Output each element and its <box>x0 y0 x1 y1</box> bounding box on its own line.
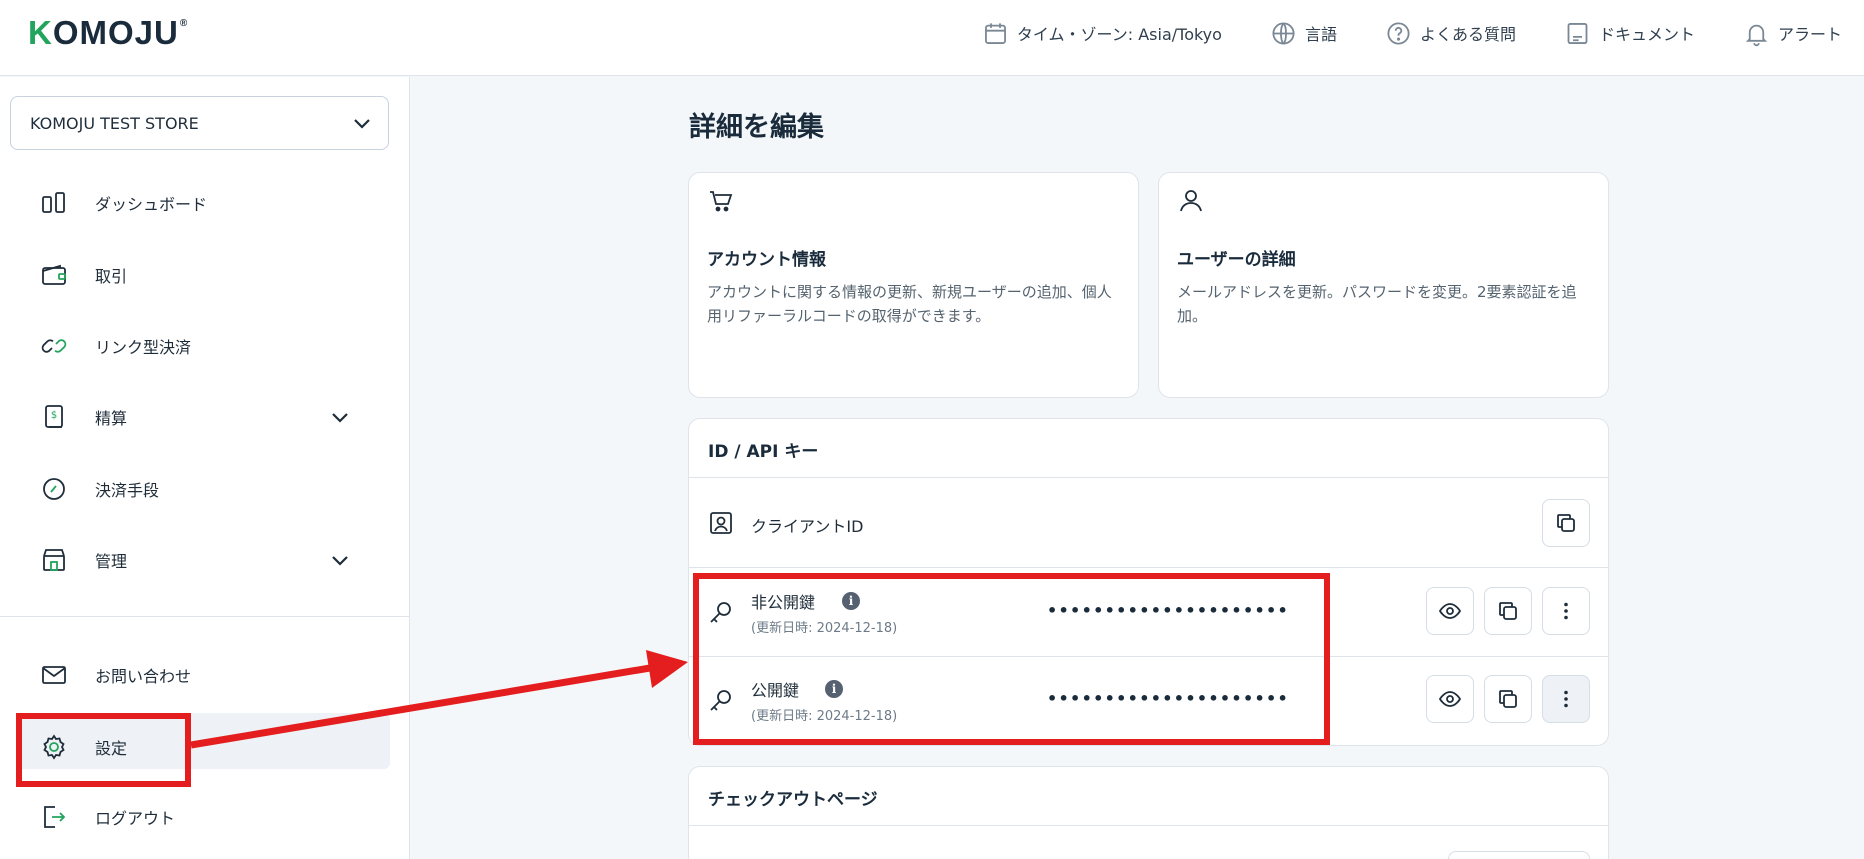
reveal-public-key-button[interactable] <box>1426 675 1474 723</box>
annotation-box-settings <box>16 713 191 787</box>
timezone-label: タイム・ゾーン: Asia/Tokyo <box>1016 25 1222 44</box>
copy-secret-key-button[interactable] <box>1484 587 1532 635</box>
faq-label: よくある質問 <box>1419 25 1516 44</box>
user-details-card[interactable]: ユーザーの詳細 メールアドレスを更新。パスワードを変更。2要素認証を追加。 <box>1158 172 1609 398</box>
calendar-icon <box>984 22 1006 44</box>
sidebar-item-settlement[interactable]: $ 精算 <box>40 397 360 437</box>
sidebar-item-label: 管理 <box>95 552 128 571</box>
sidebar-item-dashboard[interactable]: ダッシュボード <box>40 183 207 223</box>
header-nav: タイム・ゾーン: Asia/Tokyo 言語 よくある質問 ドキュメント アラー… <box>934 18 1842 48</box>
document-icon <box>1567 22 1588 44</box>
client-id-row: クライアントID <box>689 478 1608 568</box>
reveal-secret-key-button[interactable] <box>1426 587 1474 635</box>
sidebar-item-label: 決済手段 <box>95 481 160 500</box>
logo-k-mark: K <box>28 14 53 51</box>
timezone-selector[interactable]: タイム・ゾーン: Asia/Tokyo <box>982 20 1222 47</box>
more-vertical-icon <box>1564 602 1568 620</box>
faq-link[interactable]: よくある質問 <box>1385 20 1516 47</box>
sidebar-item-payment-methods[interactable]: 決済手段 <box>40 469 159 509</box>
more-vertical-icon <box>1564 690 1568 708</box>
checkout-title: チェックアウトページ <box>708 790 878 810</box>
sidebar-item-label: リンク型決済 <box>95 338 192 357</box>
komoju-logo[interactable]: KOMOJU® <box>28 14 188 52</box>
copy-icon <box>1499 690 1517 708</box>
sidebar-item-label: ダッシュボード <box>95 195 208 214</box>
secret-key-more-button[interactable] <box>1542 587 1590 635</box>
sidebar-item-label: 精算 <box>95 409 128 428</box>
chevron-down-icon <box>332 413 348 423</box>
dashboard-icon <box>42 192 65 213</box>
sidebar-item-label: お問い合わせ <box>95 667 192 686</box>
eye-icon <box>1438 603 1462 619</box>
client-id-label: クライアントID <box>751 517 864 536</box>
annotation-box-api-keys <box>693 573 1330 745</box>
copy-public-key-button[interactable] <box>1484 675 1532 723</box>
copy-client-id-button[interactable] <box>1542 499 1590 547</box>
store-name: KOMOJU TEST STORE <box>30 113 199 133</box>
page-title: 詳細を編集 <box>689 112 824 143</box>
bell-icon <box>1745 24 1768 46</box>
copy-icon <box>1557 514 1575 532</box>
mail-icon <box>42 666 66 684</box>
gauge-icon <box>43 478 65 500</box>
top-header: KOMOJU® タイム・ゾーン: Asia/Tokyo 言語 よくある質問 ドキ… <box>0 0 1864 76</box>
docs-link[interactable]: ドキュメント <box>1564 20 1695 47</box>
sidebar-item-transactions[interactable]: 取引 <box>40 255 127 295</box>
id-card-icon <box>710 512 732 534</box>
card-description: メールアドレスを更新。パスワードを変更。2要素認証を追加。 <box>1177 283 1577 325</box>
sidebar-item-contact[interactable]: お問い合わせ <box>40 655 191 695</box>
docs-label: ドキュメント <box>1598 25 1695 44</box>
public-key-more-button[interactable] <box>1542 675 1590 723</box>
sidebar-item-management[interactable]: 管理 <box>40 540 360 580</box>
checkout-page-card: チェックアウトページ <box>688 766 1609 859</box>
card-description: アカウントに関する情報の更新、新規ユーザーの追加、個人用リファーラルコードの取得… <box>707 283 1112 325</box>
alerts-link[interactable]: アラート <box>1743 20 1842 47</box>
cart-icon <box>710 191 733 212</box>
question-icon <box>1387 21 1410 45</box>
sidebar-item-label: ログアウト <box>95 809 176 828</box>
checkout-header: チェックアウトページ <box>689 767 1608 826</box>
chevron-down-icon <box>332 556 348 566</box>
language-label: 言語 <box>1304 25 1337 44</box>
store-icon <box>43 549 65 571</box>
wallet-icon <box>42 264 66 285</box>
alerts-label: アラート <box>1777 25 1842 44</box>
svg-text:$: $ <box>51 410 57 421</box>
sidebar-divider <box>0 616 410 617</box>
invoice-icon: $ <box>45 405 63 428</box>
user-icon <box>1180 190 1202 212</box>
language-selector[interactable]: 言語 <box>1270 20 1337 47</box>
card-title: アカウント情報 <box>707 250 826 270</box>
store-selector[interactable]: KOMOJU TEST STORE <box>10 96 389 150</box>
globe-icon <box>1272 21 1295 45</box>
sidebar-item-logout[interactable]: ログアウト <box>40 797 175 837</box>
card-title: ユーザーの詳細 <box>1177 250 1296 270</box>
api-keys-title: ID / API キー <box>708 442 819 462</box>
logout-icon <box>44 806 66 828</box>
eye-icon <box>1438 691 1462 707</box>
logo-registered-mark: ® <box>179 18 189 29</box>
sidebar-item-payment-links[interactable]: リンク型決済 <box>40 326 191 366</box>
sidebar-item-label: 取引 <box>95 267 128 286</box>
api-keys-header: ID / API キー <box>689 419 1608 478</box>
copy-icon <box>1499 602 1517 620</box>
account-info-card[interactable]: アカウント情報 アカウントに関する情報の更新、新規ユーザーの追加、個人用リファー… <box>688 172 1139 398</box>
link-icon <box>41 339 67 353</box>
chevron-down-icon <box>354 119 370 129</box>
checkout-action-button[interactable] <box>1448 851 1590 859</box>
logo-text-rest: OMOJU <box>52 14 179 51</box>
